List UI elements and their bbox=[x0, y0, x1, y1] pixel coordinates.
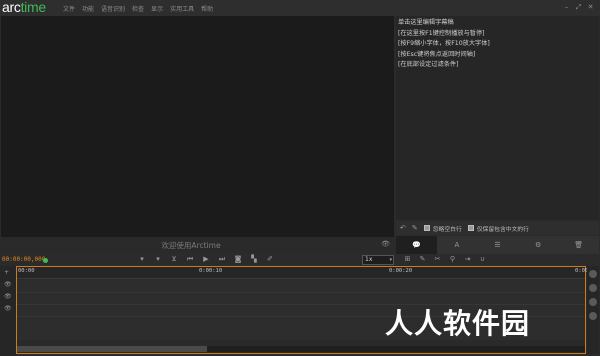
skip-back-icon[interactable]: ⏮ bbox=[182, 255, 198, 264]
restore-icon[interactable]: ⤢ bbox=[573, 2, 584, 13]
logo-accent: time bbox=[20, 0, 47, 15]
tab-list[interactable]: ☰ bbox=[477, 236, 518, 254]
edit-buttons: ⊞ ✎ ✂ ⚲ ⇥ ∪ bbox=[400, 255, 490, 263]
bookmark-icon[interactable]: ▚ bbox=[246, 255, 262, 264]
clear-mark-icon[interactable]: ⊻ bbox=[166, 255, 182, 264]
subtitle-line: [在这里按F1键控制播放与暂停] bbox=[398, 29, 485, 37]
window-controls: – ⤢ ✕ bbox=[560, 2, 596, 13]
pencil-icon[interactable]: ✎ bbox=[415, 255, 430, 263]
edit-icon[interactable]: ✎ bbox=[412, 224, 418, 232]
subtitle-line: [按F9缩小字体，按F10放大字体] bbox=[398, 40, 490, 47]
menu-help[interactable]: 帮助 bbox=[201, 4, 213, 13]
status-dot bbox=[43, 258, 48, 263]
tab-font[interactable]: A bbox=[437, 236, 478, 254]
mark-in-icon[interactable]: ▾ bbox=[134, 255, 150, 264]
watermark: 人人软件园 bbox=[385, 307, 531, 340]
track-eye-icon[interactable]: 👁 bbox=[4, 293, 12, 300]
menu-bar: 文件 功能 语音识别 检查 显示 实用工具 帮助 bbox=[63, 4, 220, 13]
playback-buttons: ▾ ▾ ⊻ ⏮ ▶ ⏭ ◙ ▚ ✐ bbox=[134, 255, 278, 264]
track-eye-icon[interactable]: 👁 bbox=[4, 281, 12, 288]
play-icon[interactable]: ▶ bbox=[198, 255, 214, 264]
time-ruler[interactable]: 00:00 0:00:10 0:00:20 0:00:30 bbox=[17, 267, 598, 279]
subtitle-editor[interactable]: 单击这里编辑字幕稿 [在这里按F1键控制播放与暂停] [按F9缩小字体，按F10… bbox=[396, 16, 599, 220]
keep-chinese-checkbox[interactable] bbox=[467, 225, 474, 231]
zoom-handle[interactable] bbox=[589, 298, 597, 306]
ignore-blank-label: 忽略空白行 bbox=[432, 226, 462, 233]
lane-divider bbox=[17, 292, 585, 293]
playback-toolbar: 00:00:00,000 ▾ ▾ ⊻ ⏮ ▶ ⏭ ◙ ▚ ✐ 1x ▾ ⊞ ✎ ✂… bbox=[0, 254, 600, 266]
zoom-handle[interactable] bbox=[589, 312, 597, 320]
video-preview[interactable] bbox=[1, 16, 394, 237]
timecode-display: 00:00:00,000 bbox=[2, 256, 46, 263]
video-status-bar: 欢迎使用Arctime 👁 bbox=[1, 237, 394, 252]
timeline-sidebar: + 👁 👁 👁 bbox=[0, 266, 16, 356]
magnet-icon[interactable]: ∪ bbox=[475, 255, 490, 263]
close-icon[interactable]: ✕ bbox=[585, 2, 596, 13]
menu-speech-recognition[interactable]: 语音识别 bbox=[101, 4, 125, 13]
vertical-scroll-controls bbox=[587, 266, 599, 354]
skip-forward-icon[interactable]: ⏭ bbox=[214, 255, 230, 264]
brush-icon[interactable]: ✐ bbox=[262, 255, 278, 264]
ignore-blank-checkbox[interactable] bbox=[423, 225, 430, 231]
eye-icon[interactable]: 👁 bbox=[381, 240, 390, 248]
subtitle-toolbar: ↶ ✎ 忽略空白行 仅保留包含中文的行 bbox=[396, 221, 599, 235]
menu-display[interactable]: 显示 bbox=[151, 4, 163, 13]
tick-label: 00:00 bbox=[18, 268, 35, 274]
track-eye-icon[interactable]: 👁 bbox=[4, 305, 12, 312]
link-icon[interactable]: ⚲ bbox=[445, 255, 460, 263]
horizontal-scrollbar[interactable] bbox=[17, 346, 585, 352]
zoom-handle[interactable] bbox=[589, 284, 597, 292]
menu-tools[interactable]: 实用工具 bbox=[170, 4, 194, 13]
chevron-down-icon: ▾ bbox=[389, 257, 392, 263]
cut-icon[interactable]: ✂ bbox=[430, 255, 445, 263]
app-logo: arctime bbox=[2, 0, 46, 15]
welcome-text: 欢迎使用Arctime bbox=[161, 241, 221, 250]
menu-file[interactable]: 文件 bbox=[63, 4, 75, 13]
tab-trash[interactable]: 🗑 bbox=[558, 236, 599, 254]
add-track-icon[interactable]: + bbox=[4, 269, 9, 276]
split-icon[interactable]: ⊞ bbox=[400, 255, 415, 263]
minimize-icon[interactable]: – bbox=[561, 2, 572, 13]
subtitle-line: [按Esc键将焦点返回时间轴] bbox=[398, 50, 476, 58]
panel-tab-bar: 💬 A ☰ ⚙ 🗑 bbox=[396, 236, 599, 254]
menu-check[interactable]: 检查 bbox=[132, 4, 144, 13]
snapshot-icon[interactable]: ◙ bbox=[230, 255, 246, 264]
tab-settings[interactable]: ⚙ bbox=[518, 236, 559, 254]
zoom-handle[interactable] bbox=[589, 270, 597, 278]
scrollbar-thumb[interactable] bbox=[17, 346, 207, 352]
logo-main: arc bbox=[2, 0, 21, 15]
subtitle-line: 单击这里编辑字幕稿 bbox=[398, 19, 454, 26]
subtitle-line: [在底部设定过滤条件] bbox=[398, 61, 459, 68]
menu-function[interactable]: 功能 bbox=[82, 4, 94, 13]
tick-label: 0:00:10 bbox=[199, 268, 223, 274]
keep-chinese-label: 仅保留包含中文的行 bbox=[476, 226, 529, 233]
speed-value: 1x bbox=[365, 256, 373, 263]
tick-label: 0:00:20 bbox=[389, 268, 413, 274]
mark-out-icon[interactable]: ▾ bbox=[150, 255, 166, 264]
title-bar: arctime 文件 功能 语音识别 检查 显示 实用工具 帮助 – ⤢ ✕ bbox=[0, 0, 600, 16]
tab-subtitles[interactable]: 💬 bbox=[396, 236, 437, 254]
align-icon[interactable]: ⇥ bbox=[460, 255, 475, 263]
speed-select[interactable]: 1x ▾ bbox=[362, 255, 394, 265]
undo-icon[interactable]: ↶ bbox=[400, 224, 406, 232]
